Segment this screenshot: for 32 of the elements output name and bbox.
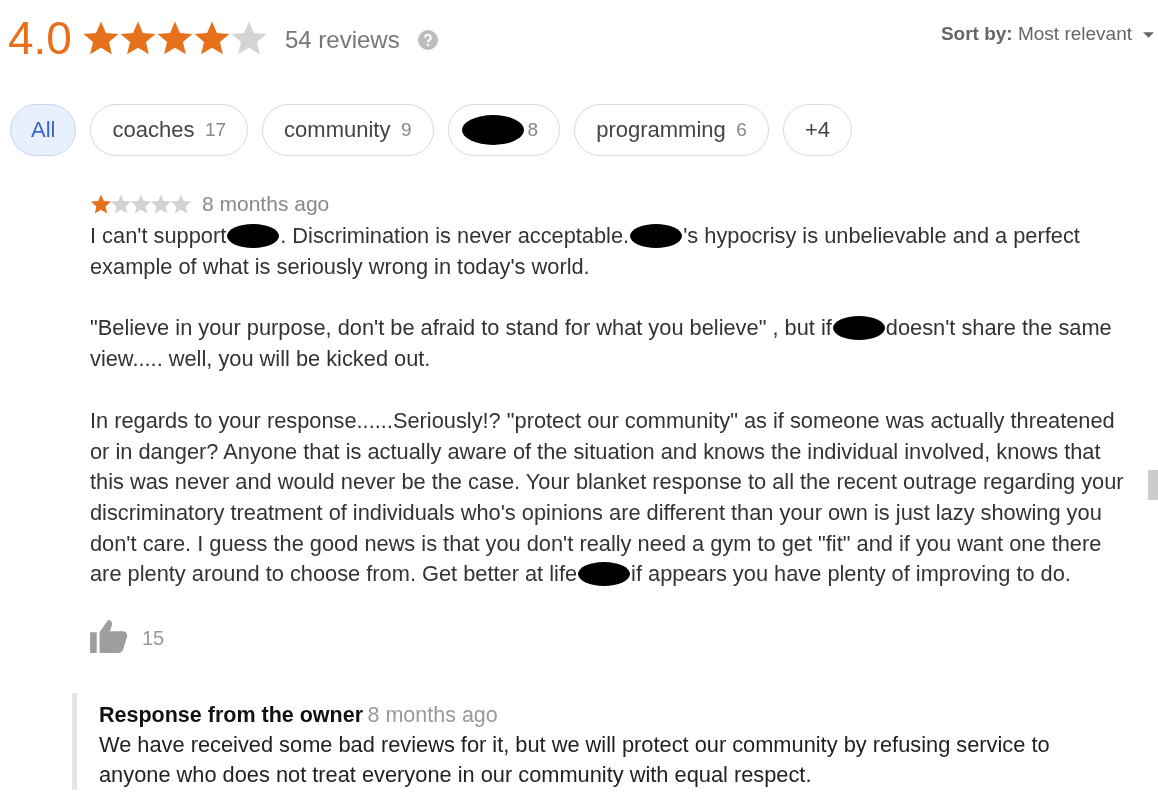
redaction-mark bbox=[832, 316, 885, 341]
response-date: 8 months ago bbox=[367, 703, 498, 728]
star-icon bbox=[130, 193, 152, 215]
redaction-mark bbox=[227, 224, 280, 248]
chip-count: 8 bbox=[527, 119, 539, 141]
review-date: 8 months ago bbox=[202, 192, 330, 216]
redaction-mark bbox=[630, 224, 683, 248]
review-paragraph: In regards to your response......Seriously!? "protect our community" as if someone was actually threatened or in danger? Anyone that is actually aware of the situation and knows the individual involved, knows that this was never and would never be the case. Your blanket response to all the recent outrage regarding your discriminatory treatment of individuals who's opinions are different than your own is just lazy showing you don't care. I guess the good news is that you don't really need a gym to get "fit" and if you want one there are plenty around to choose from. Get better at life if appears you have plenty of improving to do. bbox=[90, 406, 1125, 589]
help-icon[interactable] bbox=[417, 30, 438, 50]
like-count: 15 bbox=[142, 626, 165, 650]
review-paragraph: I can't support . Discrimination is never acceptable. 's hypocrisy is unbelievable and a perfect example of what is seriously wrong in today's world. bbox=[90, 222, 1081, 281]
caret-icon[interactable] bbox=[1143, 32, 1154, 38]
sort-dropdown[interactable]: Sort by: Most relevant bbox=[940, 23, 1132, 45]
star-icon bbox=[110, 193, 132, 215]
scrollbar-thumb[interactable] bbox=[1148, 470, 1158, 500]
response-text: We have received some bad reviews for it, but we will protect our community by refusing service to anyone who does not treat everyone in our community with equal respect. bbox=[99, 731, 1051, 790]
filter-chip[interactable]: 8 bbox=[447, 104, 561, 156]
star-icon bbox=[150, 193, 172, 215]
filter-chip[interactable]: community 9 bbox=[262, 104, 434, 156]
review-count: 54 reviews bbox=[284, 26, 400, 54]
rating-value: 4.0 bbox=[8, 15, 72, 61]
filter-chip[interactable]: All bbox=[10, 104, 77, 156]
thumbs-up-icon[interactable] bbox=[90, 619, 128, 654]
filter-chip[interactable]: +4 bbox=[782, 104, 852, 156]
filter-chip[interactable]: coaches 17 bbox=[90, 104, 249, 156]
star-icon bbox=[170, 193, 192, 215]
filter-chip[interactable]: programming 6 bbox=[574, 104, 769, 156]
response-title: Response from the owner bbox=[99, 703, 363, 728]
redaction-mark bbox=[578, 562, 631, 587]
redaction-mark bbox=[461, 115, 524, 145]
star-icon bbox=[90, 193, 112, 215]
review-paragraph: "Believe in your purpose, don't be afraid to stand for what you believe" , but if doesn't share the same view..... well, you will be kicked out. bbox=[90, 314, 1113, 374]
